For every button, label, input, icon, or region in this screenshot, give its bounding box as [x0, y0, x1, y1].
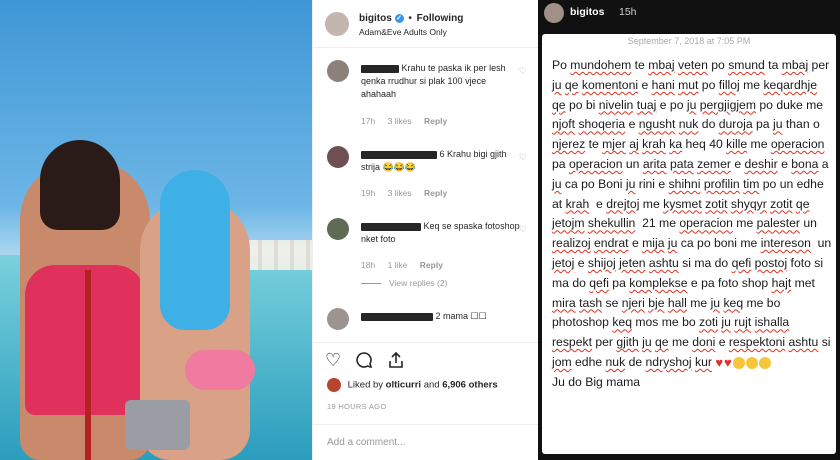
reply-button[interactable]: Reply — [420, 260, 443, 270]
liked-by-prefix: Liked by — [347, 379, 384, 391]
avatar[interactable] — [327, 308, 349, 330]
note-text: Po mundohem te mbaj veten po smund ta mb… — [552, 58, 832, 389]
post-username-line: bigitos ✓ • Following — [359, 13, 463, 24]
story-panel: bigitos 15h September 7, 2018 at 7:05 PM… — [538, 0, 840, 460]
separator-dot: • — [408, 13, 412, 24]
post-photo[interactable] — [0, 0, 312, 460]
view-replies-label: View replies (2) — [389, 278, 448, 288]
view-replies-link[interactable]: View replies (2) — [361, 278, 447, 288]
comment-time: 19h — [361, 188, 376, 198]
kiss-emoji-icon — [745, 356, 758, 369]
comment-time: 18h — [361, 260, 376, 270]
post-actions-bar: ♡ — [313, 342, 539, 382]
photo-hookah — [85, 270, 91, 460]
comment-text: Keq se spaska fotoshop nket foto — [361, 220, 521, 246]
username-link[interactable]: bigitos — [359, 13, 392, 24]
redacted-username — [361, 150, 437, 159]
add-comment-input[interactable]: Add a comment... — [313, 424, 539, 460]
screenshot-composite: bigitos ✓ • Following Adam&Eve Adults On… — [0, 0, 840, 460]
story-header: bigitos 15h — [538, 0, 840, 26]
reply-button[interactable]: Reply — [424, 188, 447, 198]
liked-by-user[interactable]: olticurri — [386, 380, 421, 391]
photo-bowl — [125, 400, 190, 450]
liked-by-line[interactable]: Liked by olticurri and 6,906 others — [327, 378, 498, 392]
following-button[interactable]: Following — [417, 13, 464, 24]
redacted-username — [361, 222, 421, 231]
like-comment-heart-icon[interactable]: ♡ — [519, 152, 527, 163]
kiss-emoji-icon — [758, 356, 771, 369]
avatar[interactable] — [327, 218, 349, 240]
photo-hair-left — [40, 140, 120, 230]
view-replies-line — [361, 283, 381, 285]
kiss-emoji-icon — [732, 356, 745, 369]
note-closing: Ju do Big mama — [552, 374, 641, 389]
reply-button[interactable]: Reply — [424, 116, 447, 126]
comment-text: 2 mama ☐☐ — [361, 310, 521, 323]
comment-meta: 19h 3 likes Reply — [361, 188, 457, 198]
heart-icon[interactable]: ♡ — [325, 351, 341, 369]
like-comment-heart-icon[interactable]: ♡ — [519, 224, 527, 235]
post-timestamp: 19 HOURS AGO — [327, 402, 387, 411]
comment-likes[interactable]: 3 likes — [388, 188, 412, 198]
comment-likes[interactable]: 1 like — [388, 260, 408, 270]
liked-by-and: and — [423, 379, 440, 391]
photo-hair-right — [160, 170, 230, 330]
comment-text: 6 Krahu bigi gjith strija 😂😂😂 — [361, 148, 521, 174]
comment-likes[interactable]: 3 likes — [388, 116, 412, 126]
post-header: bigitos ✓ • Following Adam&Eve Adults On… — [313, 0, 539, 48]
comment-meta: 17h 3 likes Reply — [361, 116, 457, 126]
comment-meta: 18h 1 like Reply — [361, 260, 453, 270]
instagram-post-panel: bigitos ✓ • Following Adam&Eve Adults On… — [312, 0, 539, 460]
heart-emoji-icon: ♥ — [724, 354, 732, 370]
avatar[interactable] — [327, 60, 349, 82]
verified-badge-icon: ✓ — [394, 13, 404, 23]
comment-body: 2 mama ☐☐ — [435, 311, 487, 321]
avatar — [327, 378, 341, 392]
redacted-username — [361, 312, 433, 321]
heart-emoji-icon: ♥ — [715, 354, 724, 370]
liked-by-count[interactable]: 6,906 others — [442, 380, 497, 391]
comment-time: 17h — [361, 116, 376, 126]
location-link[interactable]: Adam&Eve Adults Only — [359, 27, 447, 37]
comment-icon[interactable] — [355, 351, 373, 372]
redacted-username — [361, 64, 399, 73]
story-username[interactable]: bigitos — [570, 6, 604, 18]
comment-text: Krahu te paska ik per lesh qenka rrudhur… — [361, 62, 521, 101]
avatar[interactable] — [327, 146, 349, 168]
story-note: September 7, 2018 at 7:05 PM Po mundohem… — [542, 34, 836, 454]
story-time: 15h — [619, 6, 637, 18]
avatar[interactable] — [325, 12, 349, 36]
like-comment-heart-icon[interactable]: ♡ — [519, 66, 527, 77]
note-date: September 7, 2018 at 7:05 PM — [627, 36, 751, 46]
photo-bikini-right — [185, 350, 255, 390]
avatar[interactable] — [544, 3, 564, 23]
share-icon[interactable] — [387, 351, 405, 372]
